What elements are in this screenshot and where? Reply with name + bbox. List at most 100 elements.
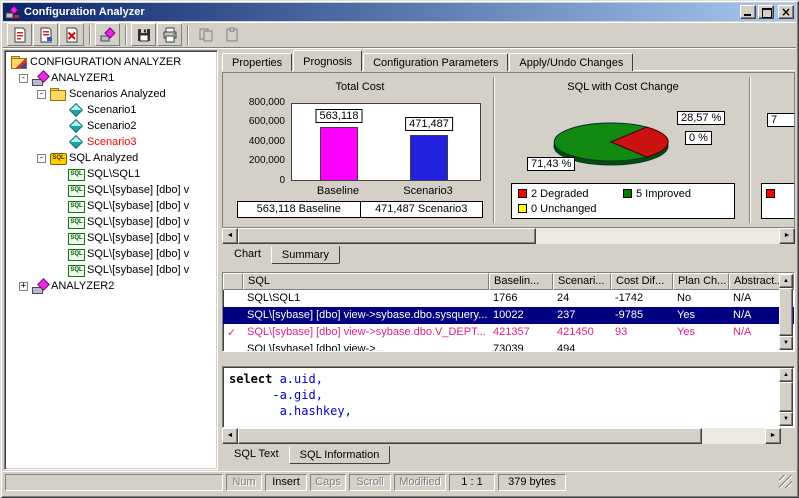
- table-row-flagged[interactable]: ✓ SQL\[sybase] [dbo] view->sybase.dbo.V_…: [223, 324, 794, 341]
- header-cost-diff[interactable]: Cost Dif...: [611, 273, 673, 290]
- header-plan-change[interactable]: Plan Ch...: [673, 273, 729, 290]
- delete-analysis-icon: [64, 27, 80, 43]
- scroll-right-icon[interactable]: ►: [779, 228, 795, 244]
- scroll-thumb[interactable]: [779, 382, 793, 412]
- chart-horizontal-scrollbar[interactable]: ◄ ►: [222, 228, 795, 244]
- toolbar-separator: [89, 25, 91, 45]
- scenario-icon: [68, 103, 84, 117]
- tree-item-configuration-analyzer[interactable]: CONFIGURATION ANALYZER: [5, 54, 217, 70]
- tab-prognosis[interactable]: Prognosis: [293, 50, 362, 71]
- sql-horizontal-scrollbar[interactable]: ◄ ►: [222, 428, 781, 444]
- tree-item-sql[interactable]: SQL\[sybase] [dbo] v: [5, 230, 217, 246]
- collapse-toggle[interactable]: -: [37, 90, 46, 99]
- close-button[interactable]: ×: [778, 5, 794, 19]
- bar-scenario3: [410, 135, 448, 180]
- scroll-thumb[interactable]: [779, 288, 793, 336]
- legend-scenario3: 471,487 Scenario3: [360, 201, 484, 218]
- tab-chart[interactable]: Chart: [224, 246, 271, 264]
- collapse-toggle[interactable]: -: [19, 74, 28, 83]
- scroll-left-icon[interactable]: ◄: [222, 428, 238, 444]
- collapse-toggle[interactable]: -: [37, 154, 46, 163]
- scroll-down-icon[interactable]: ▼: [779, 336, 793, 350]
- chart-separator: [749, 77, 751, 223]
- table-row[interactable]: SQL\SQL1 1766 24 -1742 No N/A: [223, 290, 794, 307]
- header-mark[interactable]: [223, 273, 243, 290]
- x-label-baseline: Baseline: [317, 185, 359, 197]
- y-tick: 600,000: [227, 116, 285, 127]
- pie-label-partial: 7: [767, 113, 794, 127]
- chart-title: SQL with Cost Change: [497, 81, 749, 93]
- sql-item-icon: [68, 167, 84, 181]
- table-header: SQL Baselin... Scenari... Cost Dif... Pl…: [223, 273, 794, 290]
- analyzer-tree[interactable]: CONFIGURATION ANALYZER - ANALYZER1 - Sce…: [4, 50, 218, 470]
- status-message: [5, 474, 223, 491]
- print-button[interactable]: [157, 23, 182, 46]
- tab-apply-undo-changes[interactable]: Apply/Undo Changes: [509, 53, 633, 71]
- tree-item-analyzer1[interactable]: - ANALYZER1: [5, 70, 217, 86]
- delete-analysis-button[interactable]: [59, 23, 84, 46]
- scroll-thumb[interactable]: [238, 228, 536, 244]
- tree-item-sql[interactable]: SQL\[sybase] [dbo] v: [5, 182, 217, 198]
- green-swatch: [623, 189, 632, 198]
- resize-grip[interactable]: [779, 475, 792, 488]
- status-num: Num: [226, 474, 262, 491]
- red-swatch: [766, 189, 775, 198]
- scroll-thumb[interactable]: [238, 428, 702, 444]
- titlebar[interactable]: Configuration Analyzer ×: [3, 3, 796, 21]
- tree-item-sql-analyzed[interactable]: - SQL Analyzed: [5, 150, 217, 166]
- copy-icon: [198, 27, 214, 43]
- tree-item-sql[interactable]: SQL\[sybase] [dbo] v: [5, 262, 217, 278]
- sql-line: -a.gid,: [229, 387, 788, 403]
- tab-configuration-parameters[interactable]: Configuration Parameters: [363, 53, 508, 71]
- tree-item-sql[interactable]: SQL\[sybase] [dbo] v: [5, 214, 217, 230]
- bar-plot-area: 563,118 471,487: [291, 103, 481, 181]
- minimize-button[interactable]: [740, 5, 756, 19]
- tree-item-sql[interactable]: SQL\[sybase] [dbo] v: [5, 198, 217, 214]
- bar-value-label: 563,118: [316, 109, 363, 123]
- table-row-selected[interactable]: SQL\[sybase] [dbo] view->sybase.dbo.sysq…: [223, 307, 794, 324]
- chart-title: Total Cost: [227, 81, 493, 93]
- yellow-swatch: [518, 204, 527, 213]
- scroll-right-icon[interactable]: ►: [765, 428, 781, 444]
- edit-analysis-button[interactable]: [33, 23, 58, 46]
- tree-item-scenario1[interactable]: Scenario1: [5, 102, 217, 118]
- tab-properties[interactable]: Properties: [222, 53, 292, 71]
- edit-analysis-icon: [38, 27, 54, 43]
- header-sql[interactable]: SQL: [243, 273, 489, 290]
- maximize-button[interactable]: [758, 5, 774, 19]
- status-position: 1 : 1: [449, 474, 495, 491]
- sql-item-icon: [68, 263, 84, 277]
- table-vertical-scrollbar[interactable]: ▲ ▼: [779, 274, 793, 350]
- toolbar-separator: [125, 25, 127, 45]
- chart-separator: [493, 77, 495, 223]
- tab-sql-text[interactable]: SQL Text: [224, 446, 289, 464]
- close-icon: ×: [779, 5, 793, 19]
- tab-summary[interactable]: Summary: [271, 246, 340, 264]
- sql-line: a.hashkey,: [229, 403, 788, 419]
- y-tick: 0: [227, 175, 285, 186]
- y-tick: 200,000: [227, 155, 285, 166]
- tree-item-sql[interactable]: SQL\SQL1: [5, 166, 217, 182]
- run-analyzer-button[interactable]: [95, 23, 120, 46]
- tree-item-sql[interactable]: SQL\[sybase] [dbo] v: [5, 246, 217, 262]
- scroll-down-icon[interactable]: ▼: [779, 412, 793, 426]
- header-scenario[interactable]: Scenari...: [553, 273, 611, 290]
- tree-item-analyzer2[interactable]: + ANALYZER2: [5, 278, 217, 294]
- cost-change-pie-chart: SQL with Cost Change 28,57 % 0 % 71,43 %…: [497, 73, 749, 227]
- new-analysis-button[interactable]: [7, 23, 32, 46]
- scroll-left-icon[interactable]: ◄: [222, 228, 238, 244]
- scroll-up-icon[interactable]: ▲: [779, 274, 793, 288]
- table-row[interactable]: SQL\[sybase] [dbo] view->... 73039 494: [223, 341, 794, 352]
- scroll-up-icon[interactable]: ▲: [779, 368, 793, 382]
- tree-item-scenario3[interactable]: Scenario3: [5, 134, 217, 150]
- tree-item-scenarios-analyzed[interactable]: - Scenarios Analyzed: [5, 86, 217, 102]
- sql-vertical-scrollbar[interactable]: ▲ ▼: [779, 368, 793, 426]
- red-swatch: [518, 189, 527, 198]
- expand-toggle[interactable]: +: [19, 282, 28, 291]
- pie-label-degraded: 28,57 %: [677, 111, 725, 125]
- save-button[interactable]: [131, 23, 156, 46]
- sql-text-pane[interactable]: select a.uid, -a.gid, a.hashkey, ▲ ▼: [222, 366, 795, 428]
- tab-sql-information[interactable]: SQL Information: [289, 446, 391, 464]
- tree-item-scenario2[interactable]: Scenario2: [5, 118, 217, 134]
- header-baseline[interactable]: Baselin...: [489, 273, 553, 290]
